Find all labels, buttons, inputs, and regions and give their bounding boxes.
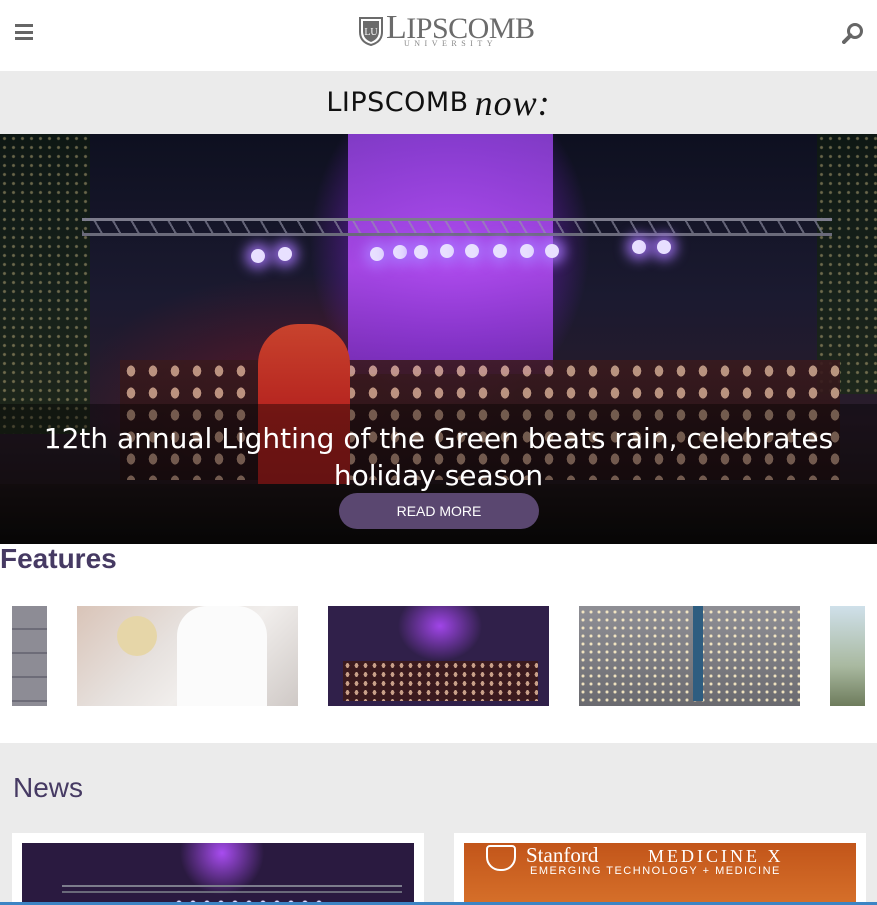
stage-light xyxy=(370,247,384,261)
stage-light xyxy=(414,245,428,259)
hero-truss xyxy=(82,218,832,236)
lipscomb-now-banner: LIPSCOMB now: xyxy=(0,71,877,134)
logo-wordmark: LIPSCOMB xyxy=(386,8,535,46)
svg-text:LU: LU xyxy=(364,27,378,38)
feature-campus-lights[interactable] xyxy=(579,606,800,706)
feature-partial-right[interactable] xyxy=(830,606,865,706)
news-card-lighting[interactable] xyxy=(12,833,424,905)
shield-icon: LU xyxy=(359,17,383,46)
features-heading: Features xyxy=(0,543,117,574)
brand-now: now: xyxy=(474,82,551,123)
news-image-lighting xyxy=(22,843,414,905)
stage-light xyxy=(251,249,265,263)
stage-light xyxy=(657,240,671,254)
news-section: News Stanford MEDICINE X EMERGING TECHNO… xyxy=(0,743,877,905)
lipscomb-logo[interactable]: LU LIPSCOMB UNIVERSITY xyxy=(358,8,535,48)
feature-lighting-green[interactable] xyxy=(328,606,549,706)
stanford-seal-icon xyxy=(486,845,516,871)
feature-photo-choir xyxy=(343,661,538,701)
read-more-button[interactable]: READ MORE xyxy=(339,493,539,529)
feature-photo-clocktower xyxy=(693,606,703,701)
hero-banner[interactable]: 12th annual Lighting of the Green beats … xyxy=(0,134,877,544)
stage-light xyxy=(520,244,534,258)
hero-headline[interactable]: 12th annual Lighting of the Green beats … xyxy=(0,420,877,494)
news-image-stanford: Stanford MEDICINE X EMERGING TECHNOLOGY … xyxy=(464,843,856,905)
logo-subtitle: UNIVERSITY xyxy=(404,38,497,48)
feature-photo-person xyxy=(117,616,157,656)
hamburger-menu-icon[interactable] xyxy=(15,24,33,40)
hero-trees-left xyxy=(0,134,90,434)
site-header: LU LIPSCOMB UNIVERSITY xyxy=(0,0,877,70)
news-card-stanford[interactable]: Stanford MEDICINE X EMERGING TECHNOLOGY … xyxy=(454,833,866,905)
stage-light xyxy=(545,244,559,258)
medicine-x-text: MEDICINE X xyxy=(648,846,784,866)
stage-light xyxy=(393,245,407,259)
search-icon[interactable] xyxy=(842,22,864,44)
news-heading: News xyxy=(13,772,84,803)
hero-trees-right xyxy=(817,134,877,394)
stage-light xyxy=(440,244,454,258)
brand-word: LIPSCOMB xyxy=(326,87,469,118)
emerging-tech-text: EMERGING TECHNOLOGY + MEDICINE xyxy=(530,865,781,877)
feature-photo-coat xyxy=(177,606,267,706)
stage-light xyxy=(465,244,479,258)
feature-medical-exam[interactable] xyxy=(77,606,298,706)
feature-partial-left[interactable] xyxy=(12,606,47,706)
news-image-truss xyxy=(62,885,402,893)
stage-light xyxy=(493,244,507,258)
stage-light xyxy=(632,240,646,254)
stage-light xyxy=(278,247,292,261)
